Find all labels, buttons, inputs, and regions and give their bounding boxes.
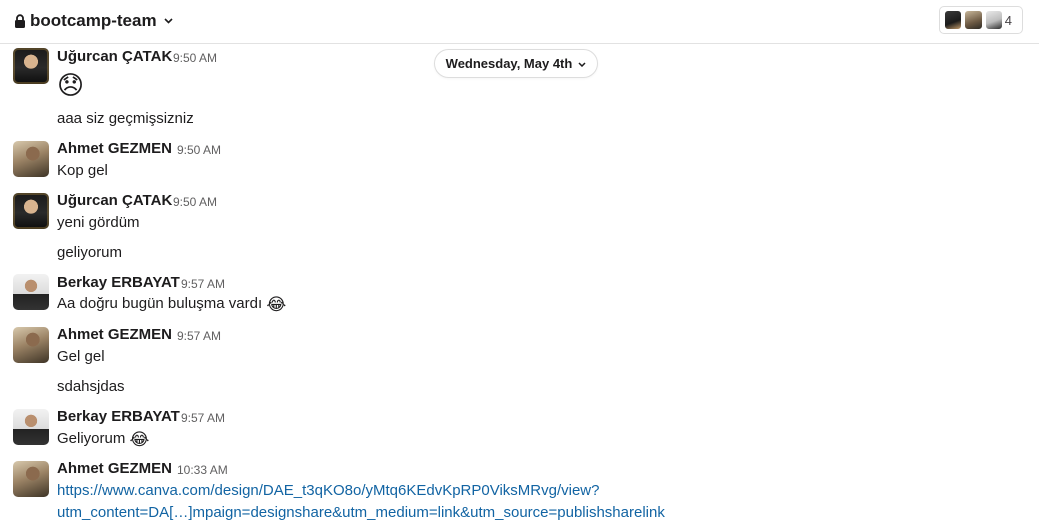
- timestamp[interactable]: 9:50 AM: [177, 143, 221, 157]
- lock-icon: [14, 14, 26, 28]
- member-avatar: [944, 10, 963, 30]
- timestamp[interactable]: 9:57 AM: [181, 277, 225, 291]
- sender-name[interactable]: Uğurcan ÇATAK: [57, 192, 172, 209]
- message-text: yeni gördüm: [57, 214, 140, 231]
- avatar[interactable]: [13, 409, 49, 445]
- date-divider-label: Wednesday, May 4th: [445, 56, 573, 71]
- message-text: Kop gel: [57, 162, 108, 179]
- message-link[interactable]: https://www.canva.com/design/DAE_t3qKO8o…: [57, 482, 599, 499]
- avatar[interactable]: [13, 141, 49, 177]
- timestamp[interactable]: 9:50 AM: [173, 195, 217, 209]
- message-text-content: Aa doğru bugün buluşma vardı: [57, 295, 263, 312]
- sender-name[interactable]: Ahmet GEZMEN: [57, 326, 172, 343]
- chevron-down-icon: [164, 15, 173, 27]
- channel-header: bootcamp-team 4: [0, 0, 1039, 44]
- timestamp[interactable]: 9:57 AM: [181, 411, 225, 425]
- joy-emoji: 😂: [266, 295, 287, 314]
- message-text-content: Geliyorum: [57, 430, 126, 447]
- avatar[interactable]: [13, 274, 49, 310]
- sender-name[interactable]: Berkay ERBAYAT: [57, 408, 180, 425]
- avatar[interactable]: [13, 48, 49, 84]
- avatar[interactable]: [13, 193, 49, 229]
- member-list-button[interactable]: 4: [939, 6, 1023, 34]
- member-avatar: [984, 10, 1003, 30]
- timestamp[interactable]: 10:33 AM: [177, 463, 228, 477]
- message-text: aaa siz geçmişsizniz: [57, 110, 194, 127]
- message-text: Aa doğru bugün buluşma vardı 😂: [57, 295, 286, 315]
- message-text: Geliyorum 😂: [57, 430, 149, 450]
- message-link[interactable]: utm_content=DA[…]mpaign=designshare&utm_…: [57, 504, 665, 521]
- date-divider-button[interactable]: Wednesday, May 4th: [434, 49, 598, 78]
- message-text: geliyorum: [57, 244, 123, 261]
- member-avatar: [964, 10, 983, 30]
- message-text: sdahsjdas: [57, 378, 125, 395]
- timestamp[interactable]: 9:57 AM: [177, 329, 221, 343]
- channel-name-button[interactable]: bootcamp-team: [14, 10, 173, 32]
- channel-name: bootcamp-team: [30, 11, 157, 30]
- avatar[interactable]: [13, 327, 49, 363]
- joy-emoji: 😂: [129, 430, 150, 449]
- sender-name[interactable]: Berkay ERBAYAT: [57, 274, 180, 291]
- avatar[interactable]: [13, 461, 49, 497]
- message-emoji: 😞: [57, 70, 85, 100]
- member-count: 4: [1004, 12, 1012, 28]
- chevron-down-icon: [578, 59, 586, 69]
- timestamp[interactable]: 9:50 AM: [173, 51, 217, 65]
- message-text: Gel gel: [57, 348, 105, 365]
- sender-name[interactable]: Ahmet GEZMEN: [57, 140, 172, 157]
- sender-name[interactable]: Uğurcan ÇATAK: [57, 48, 172, 65]
- sender-name[interactable]: Ahmet GEZMEN: [57, 460, 172, 477]
